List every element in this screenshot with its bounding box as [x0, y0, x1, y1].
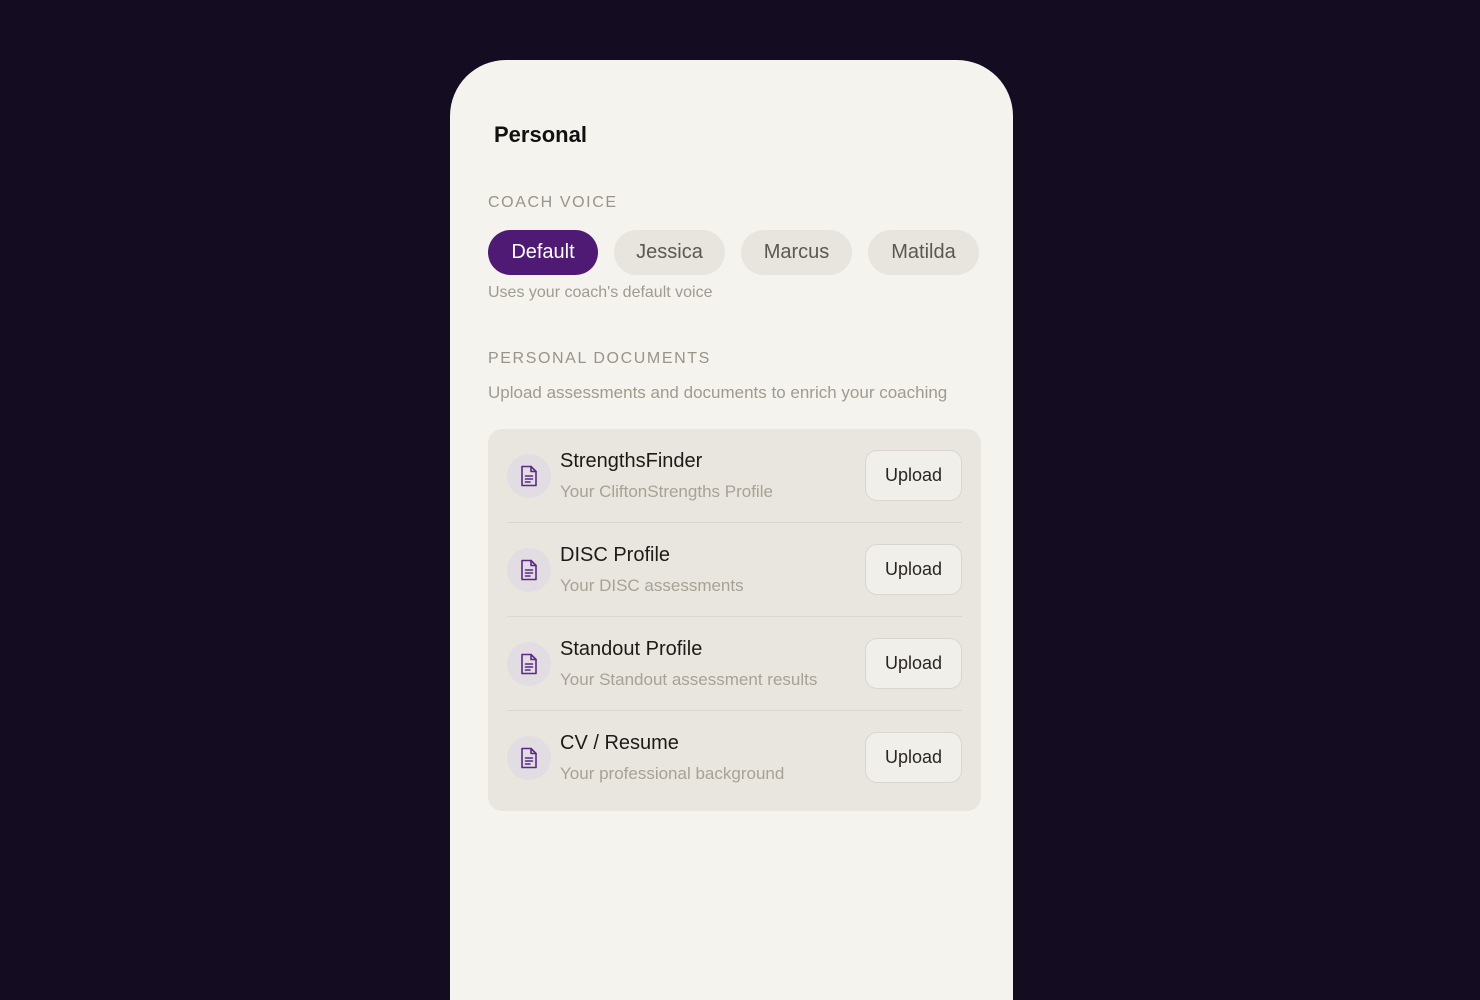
settings-panel: Personal COACH VOICE Default Jessica Mar…	[450, 60, 1013, 1000]
document-icon	[507, 642, 551, 686]
document-subtitle: Your DISC assessments	[560, 576, 744, 595]
document-icon	[507, 454, 551, 498]
document-subtitle: Your Standout assessment results	[560, 670, 818, 689]
document-title: Standout Profile	[560, 638, 703, 660]
upload-button[interactable]: Upload	[865, 450, 962, 501]
document-row-disc: DISC Profile Your DISC assessments Uploa…	[488, 523, 981, 617]
document-icon	[507, 548, 551, 592]
personal-documents-label: PERSONAL DOCUMENTS	[488, 350, 711, 367]
voice-option-marcus[interactable]: Marcus	[741, 230, 852, 275]
document-icon	[507, 736, 551, 780]
document-subtitle: Your CliftonStrengths Profile	[560, 482, 773, 501]
page-title: Personal	[494, 122, 587, 147]
document-title: StrengthsFinder	[560, 450, 703, 472]
voice-hint: Uses your coach's default voice	[488, 284, 713, 301]
upload-button[interactable]: Upload	[865, 732, 962, 783]
voice-option-matilda[interactable]: Matilda	[868, 230, 979, 275]
document-row-standout: Standout Profile Your Standout assessmen…	[488, 617, 981, 711]
document-subtitle: Your professional background	[560, 764, 785, 783]
document-title: DISC Profile	[560, 544, 671, 566]
upload-button[interactable]: Upload	[865, 638, 962, 689]
document-row-strengthsfinder: StrengthsFinder Your CliftonStrengths Pr…	[488, 429, 981, 523]
voice-option-jessica[interactable]: Jessica	[614, 230, 725, 275]
upload-button[interactable]: Upload	[865, 544, 962, 595]
documents-list: StrengthsFinder Your CliftonStrengths Pr…	[488, 429, 981, 811]
document-title: CV / Resume	[560, 732, 679, 754]
coach-voice-label: COACH VOICE	[488, 194, 618, 211]
personal-documents-description: Upload assessments and documents to enri…	[488, 383, 948, 402]
voice-option-default[interactable]: Default	[488, 230, 598, 275]
document-row-cv-resume: CV / Resume Your professional background…	[488, 711, 981, 805]
